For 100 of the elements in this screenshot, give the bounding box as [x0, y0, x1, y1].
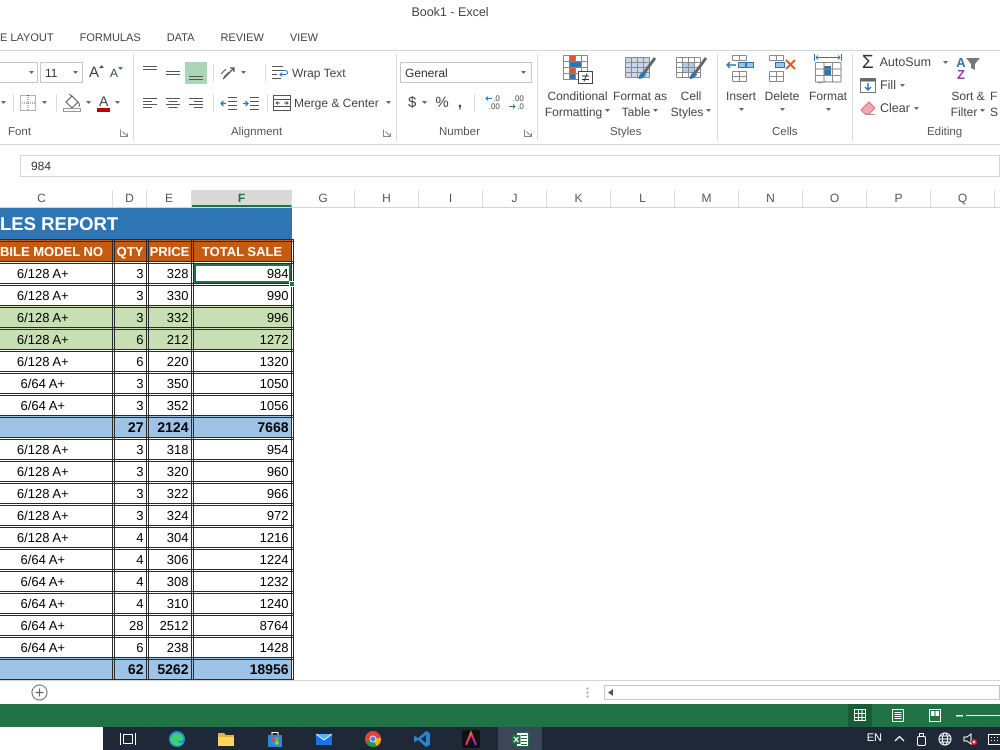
- table-cell[interactable]: 1224: [192, 548, 292, 570]
- splitter-handle-icon[interactable]: [586, 687, 589, 698]
- table-cell[interactable]: 966: [192, 482, 292, 504]
- insert-button[interactable]: Insert: [725, 54, 757, 118]
- caret-icon[interactable]: [386, 101, 391, 104]
- caret-icon[interactable]: [900, 84, 905, 86]
- search-field[interactable]: [0, 727, 103, 750]
- format-button[interactable]: Format: [807, 54, 849, 118]
- caret-icon[interactable]: [914, 106, 919, 110]
- column-header[interactable]: Q: [931, 190, 995, 207]
- table-cell[interactable]: 1428: [192, 636, 292, 658]
- caret-icon[interactable]: [738, 108, 744, 111]
- column-header[interactable]: P: [867, 190, 931, 207]
- column-header[interactable]: M: [675, 190, 739, 207]
- table-cell[interactable]: 960: [192, 460, 292, 482]
- table-cell[interactable]: 18956: [192, 658, 292, 680]
- table-cell[interactable]: 990: [192, 284, 292, 306]
- keyboard-icon[interactable]: [988, 732, 1000, 744]
- caret-icon[interactable]: [29, 71, 34, 74]
- caret-icon[interactable]: [1, 101, 6, 104]
- taskbar-button[interactable]: [498, 727, 542, 750]
- table-cell[interactable]: 1216: [192, 526, 292, 548]
- column-header[interactable]: K: [547, 190, 611, 207]
- column-header[interactable]: H: [355, 190, 419, 207]
- increase-decimal-button[interactable]: .0 .00: [480, 94, 500, 110]
- column-header[interactable]: N: [739, 190, 803, 207]
- caret-icon[interactable]: [826, 108, 830, 111]
- column-header[interactable]: I: [419, 190, 483, 207]
- font-size-field[interactable]: 11: [40, 62, 83, 83]
- caret-icon[interactable]: [653, 109, 658, 112]
- caret-icon[interactable]: [605, 109, 610, 112]
- globe-icon[interactable]: [938, 732, 952, 746]
- comma-style-button[interactable]: ,: [458, 95, 462, 110]
- caret-icon[interactable]: [943, 60, 948, 64]
- table-cell[interactable]: 1320: [192, 350, 292, 372]
- ribbon-tab[interactable]: VIEW: [290, 28, 318, 46]
- caret-icon[interactable]: [73, 71, 78, 74]
- table-cell[interactable]: 984: [192, 262, 292, 284]
- zoom-out-icon[interactable]: [956, 714, 963, 717]
- device-icon[interactable]: [916, 732, 927, 746]
- fill-bucket-icon[interactable]: [62, 94, 82, 112]
- column-header[interactable]: G: [292, 190, 355, 207]
- cell-styles-button[interactable]: Cell Styles: [669, 54, 713, 120]
- dialog-launcher-icon[interactable]: [383, 129, 391, 137]
- language-indicator[interactable]: EN: [866, 730, 882, 747]
- caret-icon[interactable]: [241, 71, 246, 74]
- table-cell[interactable]: 996: [192, 306, 292, 328]
- dialog-launcher-icon[interactable]: [524, 129, 532, 137]
- caret-icon[interactable]: [422, 101, 428, 104]
- font-name-field[interactable]: [0, 62, 38, 83]
- dialog-launcher-icon[interactable]: [120, 129, 128, 137]
- table-cell[interactable]: 954: [192, 438, 292, 460]
- caret-icon[interactable]: [86, 101, 91, 104]
- horizontal-scrollbar[interactable]: [604, 685, 1000, 700]
- table-cell[interactable]: 8764: [192, 614, 292, 636]
- formula-bar-field[interactable]: 984: [20, 155, 1000, 177]
- number-format-field[interactable]: General: [400, 62, 532, 83]
- column-header[interactable]: L: [611, 190, 675, 207]
- table-cell[interactable]: 1056: [192, 394, 292, 416]
- delete-button[interactable]: Delete: [763, 54, 801, 118]
- ribbon-tab[interactable]: FORMULAS: [80, 28, 141, 46]
- fill-handle-icon[interactable]: [288, 280, 295, 286]
- grow-font-button[interactable]: A: [89, 65, 104, 80]
- normal-view-icon[interactable]: [848, 704, 872, 727]
- column-header[interactable]: C: [0, 190, 113, 207]
- table-cell[interactable]: 1232: [192, 570, 292, 592]
- caret-icon[interactable]: [115, 101, 120, 104]
- sort-filter-button[interactable]: A Z Sort & Filter: [948, 54, 988, 120]
- caret-icon[interactable]: [780, 108, 784, 111]
- align-bottom-icon[interactable]: [185, 62, 207, 84]
- font-color-button[interactable]: A: [97, 94, 110, 112]
- decrease-decimal-button[interactable]: .00 .0: [504, 94, 524, 110]
- table-cell[interactable]: 972: [192, 504, 292, 526]
- merge-center-button[interactable]: Merge & Center: [273, 94, 379, 110]
- format-as-table-button[interactable]: Format as Table: [611, 54, 669, 120]
- autosum-button[interactable]: Σ AutoSum: [860, 51, 948, 73]
- muted-speaker-icon[interactable]: [963, 732, 977, 746]
- scroll-left-icon[interactable]: [608, 689, 613, 696]
- shrink-font-button[interactable]: A: [110, 66, 124, 78]
- decrease-indent-icon[interactable]: [220, 96, 238, 110]
- column-header[interactable]: D: [113, 190, 147, 207]
- borders-icon[interactable]: [20, 94, 36, 110]
- ribbon-tab[interactable]: E LAYOUT: [0, 28, 54, 46]
- find-select-button[interactable]: F S: [990, 54, 998, 120]
- increase-indent-icon[interactable]: [242, 96, 260, 110]
- clear-button[interactable]: Clear: [860, 97, 948, 119]
- caret-icon[interactable]: [521, 71, 526, 74]
- fill-button[interactable]: Fill: [860, 74, 948, 96]
- table-cell[interactable]: 1240: [192, 592, 292, 614]
- add-sheet-icon[interactable]: [31, 684, 48, 701]
- caret-icon[interactable]: [706, 109, 712, 112]
- column-header[interactable]: F: [192, 190, 292, 207]
- ribbon-tab[interactable]: DATA: [166, 28, 194, 46]
- wrap-text-button[interactable]: Wrap Text: [271, 65, 346, 80]
- column-header[interactable]: O: [803, 190, 867, 207]
- table-cell[interactable]: 1050: [192, 372, 292, 394]
- currency-button[interactable]: $: [408, 95, 416, 110]
- caret-icon[interactable]: [980, 109, 986, 112]
- chevron-up-icon[interactable]: [894, 735, 905, 742]
- percent-button[interactable]: %: [435, 95, 449, 110]
